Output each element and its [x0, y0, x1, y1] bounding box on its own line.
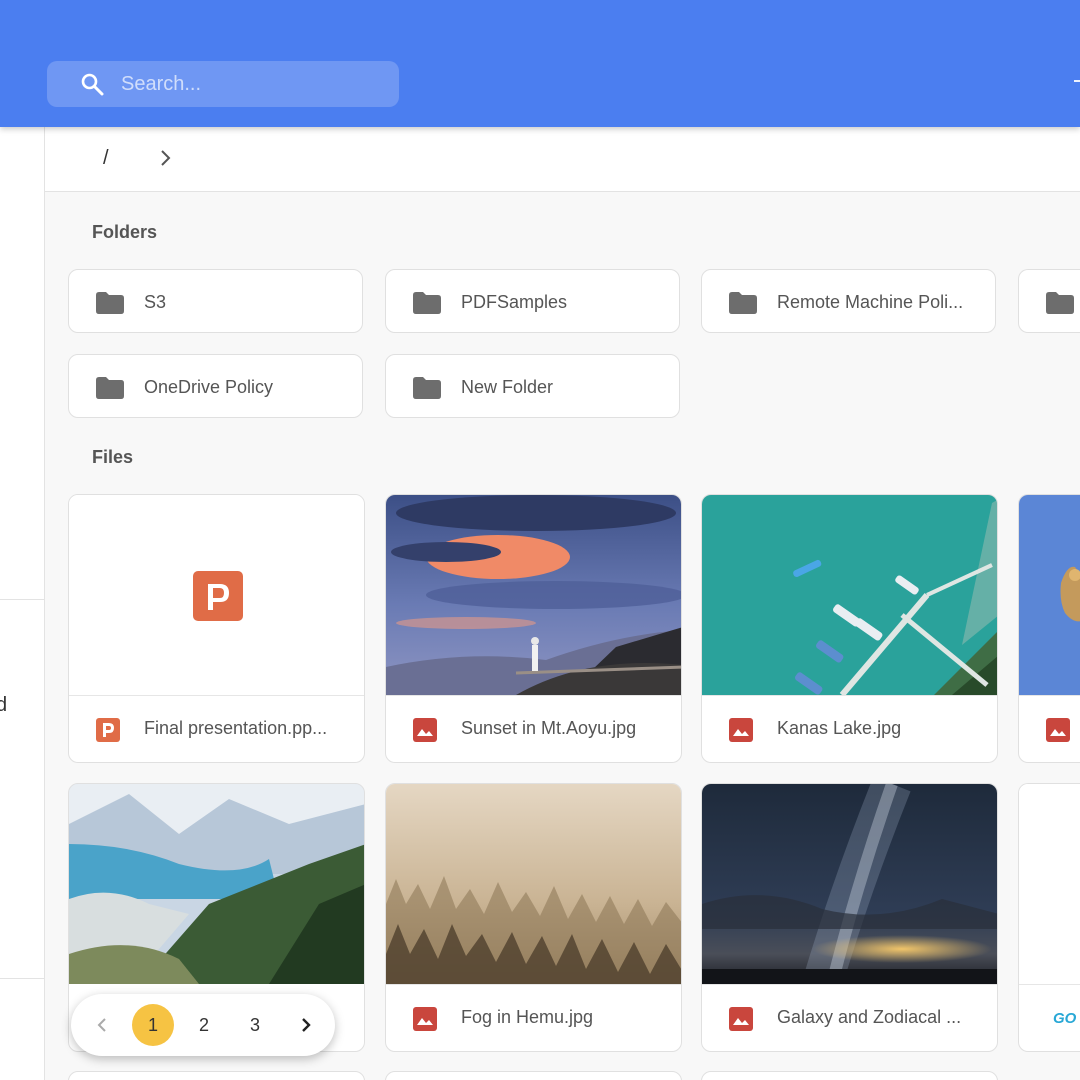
sidebar-divider	[0, 599, 44, 600]
folder-icon	[1046, 292, 1074, 314]
files-heading: Files	[92, 447, 134, 467]
breadcrumb: /	[45, 127, 1080, 192]
file-thumbnail	[702, 784, 997, 984]
image-icon	[1046, 718, 1070, 742]
folder-label: Remote Machine Poli...	[777, 292, 964, 312]
folder-card[interactable]: PDFSamples	[385, 269, 680, 333]
file-card[interactable]: Galaxy and Zodiacal ...	[701, 783, 998, 1052]
folder-label: New Folder	[461, 377, 554, 397]
folder-icon	[729, 292, 757, 314]
folder-label: S3	[144, 292, 167, 312]
folder-card[interactable]: OneDrive Policy	[68, 354, 363, 418]
image-icon	[413, 718, 437, 742]
file-card[interactable]	[701, 1071, 998, 1080]
powerpoint-icon	[69, 495, 364, 695]
page-button-3[interactable]: 3	[234, 1004, 276, 1046]
file-card[interactable]: Fog in Hemu.jpg	[385, 783, 682, 1052]
folder-icon	[96, 377, 124, 399]
file-card[interactable]: Sunset in Mt.Aoyu.jpg	[385, 494, 682, 763]
folder-icon	[413, 377, 441, 399]
go-logo-icon: GO	[1053, 1010, 1077, 1027]
file-card[interactable]: Final presentation.pp...	[68, 494, 365, 763]
file-name: Galaxy and Zodiacal ...	[777, 1007, 962, 1027]
file-card[interactable]: GO	[1018, 783, 1080, 1052]
file-thumbnail	[1019, 495, 1080, 695]
chevron-right-icon[interactable]	[157, 148, 175, 168]
image-icon	[729, 1007, 753, 1031]
file-footer: Sunset in Mt.Aoyu.jpg	[386, 695, 681, 762]
file-thumbnail	[1019, 784, 1080, 984]
file-footer: GO	[1019, 984, 1080, 1051]
file-name: Sunset in Mt.Aoyu.jpg	[461, 718, 637, 738]
page-button-2[interactable]: 2	[183, 1004, 225, 1046]
file-name: Kanas Lake.jpg	[777, 718, 902, 738]
file-footer: Galaxy and Zodiacal ...	[702, 984, 997, 1051]
pagination: 1 2 3	[71, 994, 335, 1056]
header-action-icon[interactable]	[1074, 80, 1080, 88]
file-thumbnail	[69, 784, 364, 984]
sidebar	[0, 127, 45, 1080]
file-name: Fog in Hemu.jpg	[461, 1007, 594, 1027]
file-footer: Final presentation.pp...	[69, 695, 364, 762]
sidebar-divider	[0, 978, 44, 979]
chevron-left-icon[interactable]	[92, 1015, 112, 1035]
image-icon	[413, 1007, 437, 1031]
folder-icon	[96, 292, 124, 314]
file-thumbnail	[386, 495, 681, 695]
search-icon	[81, 73, 104, 96]
folder-card[interactable]	[1018, 269, 1080, 333]
file-footer	[1019, 695, 1080, 762]
search-input[interactable]	[121, 61, 381, 107]
file-card[interactable]	[1018, 494, 1080, 763]
search-bar[interactable]	[47, 61, 399, 107]
file-thumbnail	[386, 784, 681, 984]
folder-card[interactable]: S3	[68, 269, 363, 333]
folder-card[interactable]: New Folder	[385, 354, 680, 418]
sidebar-item-label[interactable]: d	[0, 694, 7, 717]
chevron-right-icon[interactable]	[296, 1015, 316, 1035]
file-card[interactable]	[68, 1071, 365, 1080]
folders-heading: Folders	[92, 222, 158, 242]
folder-card[interactable]: Remote Machine Poli...	[701, 269, 996, 333]
file-footer: Fog in Hemu.jpg	[386, 984, 681, 1051]
file-thumbnail	[69, 495, 364, 695]
powerpoint-icon	[96, 718, 120, 742]
image-icon	[729, 718, 753, 742]
folder-label: PDFSamples	[461, 292, 568, 312]
file-name: Final presentation.pp...	[144, 718, 328, 738]
app-header	[0, 0, 1080, 127]
folder-label: OneDrive Policy	[144, 377, 274, 397]
file-card[interactable]	[385, 1071, 682, 1080]
breadcrumb-root[interactable]: /	[103, 147, 109, 170]
page-button-1[interactable]: 1	[132, 1004, 174, 1046]
folder-icon	[413, 292, 441, 314]
file-footer: Kanas Lake.jpg	[702, 695, 997, 762]
file-manager-page: d / Folders S3 PDFSamples Remote Machine…	[0, 0, 1080, 1080]
file-card[interactable]: Kanas Lake.jpg	[701, 494, 998, 763]
file-thumbnail	[702, 495, 997, 695]
